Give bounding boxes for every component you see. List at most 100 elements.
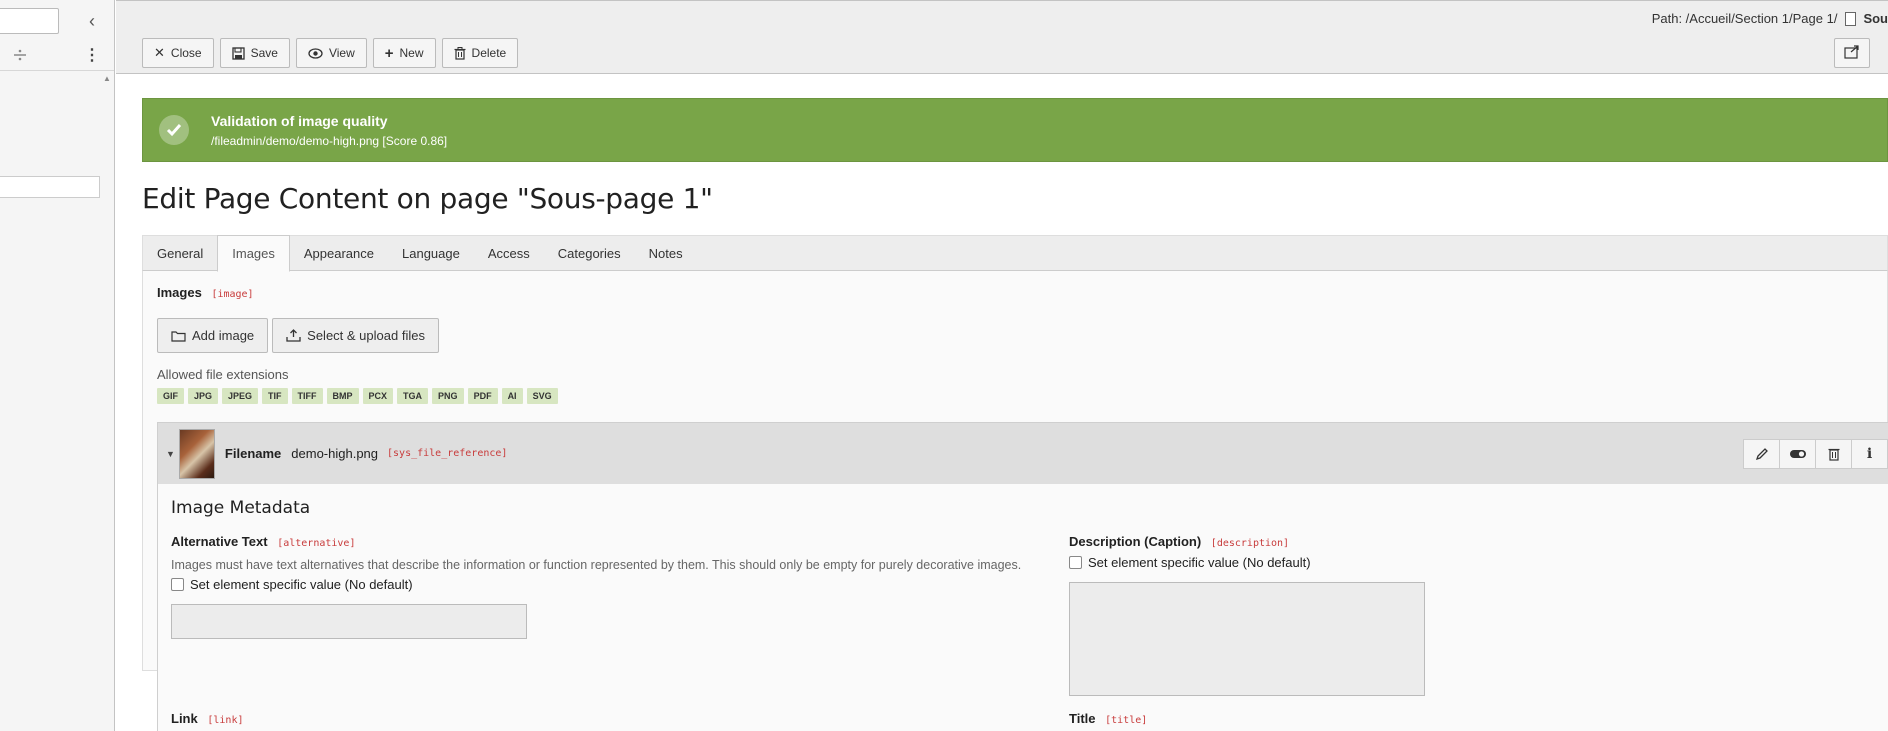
docheader: Path: /Accueil/Section 1/Page 1/ Sou ✕ C… xyxy=(116,0,1888,74)
close-icon: ✕ xyxy=(154,45,165,60)
select-upload-button[interactable]: Select & upload files xyxy=(272,318,439,353)
toggle-icon[interactable] xyxy=(1779,439,1816,469)
extension-badge: PNG xyxy=(432,388,464,404)
extension-badge: BMP xyxy=(326,388,359,404)
description-override-checkbox[interactable]: Set element specific value (No default) xyxy=(1069,555,1469,570)
extension-badge: SVG xyxy=(526,388,558,404)
extension-badges: GIF JPG JPEG TIF TIFF BMP PCX TGA PNG PD… xyxy=(157,388,1873,404)
title-label: Title xyxy=(1069,711,1096,726)
alternative-override-checkbox[interactable]: Set element specific value (No default) xyxy=(171,577,1031,592)
tab-appearance[interactable]: Appearance xyxy=(290,236,388,270)
view-button-label: View xyxy=(328,46,355,60)
tree-node-input[interactable] xyxy=(0,176,100,198)
file-reference-panel: ▼ Filename demo-high.png [sys_file_refer… xyxy=(157,422,1888,731)
description-key: [description] xyxy=(1210,538,1290,549)
file-reference-body: Image Metadata Alternative Text [alterna… xyxy=(158,484,1888,731)
reference-actions: i xyxy=(1743,439,1888,469)
add-image-button[interactable]: Add image xyxy=(157,318,269,353)
alternative-text-field: Alternative Text [alternative] Images mu… xyxy=(171,534,1031,639)
tab-notes[interactable]: Notes xyxy=(635,236,697,270)
description-label: Description (Caption) xyxy=(1069,534,1202,549)
extension-badge: TIFF xyxy=(291,388,323,404)
select-upload-label: Select & upload files xyxy=(307,328,425,343)
description-checkbox-label: Set element specific value (No default) xyxy=(1088,555,1311,570)
filename-label: Filename xyxy=(224,446,282,461)
alternative-checkbox-label: Set element specific value (No default) xyxy=(190,577,413,592)
link-label: Link xyxy=(171,711,198,726)
description-field: Description (Caption) [description] Set … xyxy=(1069,534,1469,696)
trash-icon[interactable] xyxy=(1815,439,1852,469)
allowed-extensions-label: Allowed file extensions xyxy=(157,367,289,382)
scroll-up-icon[interactable]: ▲ xyxy=(103,74,111,83)
page-icon xyxy=(1845,11,1857,26)
tab-language[interactable]: Language xyxy=(388,236,474,270)
trash-icon xyxy=(454,46,466,60)
filter-icon[interactable] xyxy=(8,44,32,66)
tree-divider xyxy=(0,70,114,71)
alert-title: Validation of image quality xyxy=(211,112,388,129)
save-button-label: Save xyxy=(250,46,278,60)
alert-message: /fileadmin/demo/demo-high.png [Score 0.8… xyxy=(211,133,448,148)
filename-value: demo-high.png xyxy=(291,446,379,461)
title-key: [title] xyxy=(1105,715,1148,726)
file-reference-header[interactable]: ▼ Filename demo-high.png [sys_file_refer… xyxy=(158,423,1888,484)
ellipsis-vertical-icon[interactable]: ⋮ xyxy=(82,44,102,66)
reference-key: [sys_file_reference] xyxy=(387,448,508,459)
page-tree-panel: ‹ ⋮ ▲ xyxy=(0,0,115,731)
tree-search-input[interactable] xyxy=(0,8,59,34)
info-icon[interactable]: i xyxy=(1851,439,1888,469)
breadcrumb-current: Sou xyxy=(1863,11,1888,26)
eye-icon xyxy=(308,47,323,59)
images-field-label: Images xyxy=(157,285,202,300)
folder-icon xyxy=(171,330,186,342)
validation-alert: Validation of image quality /fileadmin/d… xyxy=(142,98,1888,162)
check-circle-icon xyxy=(159,115,189,145)
tab-bar: General Images Appearance Language Acces… xyxy=(142,235,1888,272)
image-thumbnail xyxy=(178,428,215,479)
extension-badge: JPG xyxy=(188,388,219,404)
save-button[interactable]: Save xyxy=(219,38,290,68)
tab-access[interactable]: Access xyxy=(474,236,544,270)
extension-badge: TIF xyxy=(262,388,288,404)
breadcrumb-path: Path: /Accueil/Section 1/Page 1/ xyxy=(1651,11,1838,26)
link-key: [link] xyxy=(207,715,244,726)
description-textarea[interactable] xyxy=(1069,582,1425,696)
extension-badge: JPEG xyxy=(222,388,259,404)
page-title: Edit Page Content on page "Sous-page 1" xyxy=(142,182,713,215)
delete-button[interactable]: Delete xyxy=(441,38,519,68)
new-button[interactable]: + New xyxy=(372,38,436,68)
add-image-label: Add image xyxy=(192,328,255,343)
view-button[interactable]: View xyxy=(295,38,367,68)
extension-badge: PDF xyxy=(467,388,498,404)
save-icon xyxy=(231,46,245,60)
checkbox-box[interactable] xyxy=(1069,556,1082,569)
extension-badge: GIF xyxy=(157,388,184,404)
alternative-help-text: Images must have text alternatives that … xyxy=(171,558,1022,572)
tab-categories[interactable]: Categories xyxy=(544,236,635,270)
main-content: Validation of image quality /fileadmin/d… xyxy=(142,98,1888,731)
new-button-label: New xyxy=(399,46,424,60)
chevron-left-icon[interactable]: ‹ xyxy=(82,10,102,32)
close-button[interactable]: ✕ Close xyxy=(142,38,214,68)
images-tab-panel: Images [image] Add image Select & upload… xyxy=(142,271,1888,731)
delete-button-label: Delete xyxy=(471,46,507,60)
extension-badge: AI xyxy=(501,388,523,404)
extension-badge: TGA xyxy=(397,388,429,404)
breadcrumb: Path: /Accueil/Section 1/Page 1/ Sou xyxy=(1652,11,1888,26)
title-field: Title [title] xyxy=(1069,711,1147,726)
plus-icon: + xyxy=(384,44,394,62)
caret-down-icon[interactable]: ▼ xyxy=(166,449,175,459)
tab-general[interactable]: General xyxy=(143,236,217,270)
open-new-window-button[interactable] xyxy=(1834,38,1870,68)
checkbox-box[interactable] xyxy=(171,578,184,591)
close-button-label: Close xyxy=(170,46,202,60)
tab-images[interactable]: Images xyxy=(217,235,290,272)
edit-icon[interactable] xyxy=(1743,439,1780,469)
alternative-text-input[interactable] xyxy=(171,604,527,639)
toolbar: ✕ Close Save View + New Delete xyxy=(142,38,519,68)
image-metadata-title: Image Metadata xyxy=(171,498,311,518)
alternative-label: Alternative Text xyxy=(171,534,268,549)
link-field: Link [link] xyxy=(171,711,243,726)
images-field-key: [image] xyxy=(211,289,254,300)
upload-icon xyxy=(286,329,301,342)
